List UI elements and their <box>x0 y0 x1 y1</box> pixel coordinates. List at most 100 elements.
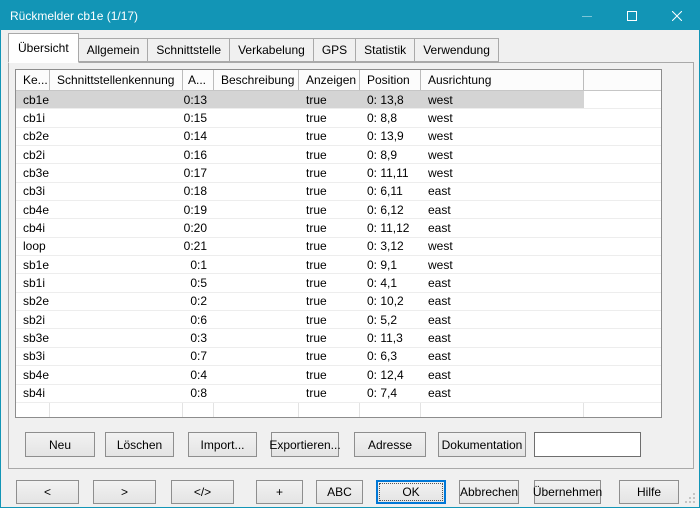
tab-verwendung[interactable]: Verwendung <box>414 38 499 62</box>
column-header-kennung[interactable]: Ke... <box>16 70 50 90</box>
cell-adresse: 0:6 <box>183 311 214 328</box>
minimize-icon <box>582 11 592 21</box>
cell-anzeigen: true <box>299 385 360 402</box>
cell-kennung: sb2i <box>16 311 50 328</box>
empty-cell <box>50 403 183 417</box>
cell-ausrichtung: west <box>421 256 584 273</box>
cell-empty <box>584 311 661 328</box>
exportieren-button[interactable]: Exportieren... <box>271 432 339 457</box>
maximize-button[interactable] <box>609 1 654 30</box>
table-row-sb4e[interactable]: sb4e0:4true0: 12,4east <box>16 366 661 384</box>
neu-button[interactable]: Neu <box>25 432 95 457</box>
empty-cell <box>584 403 661 417</box>
cell-kennung: sb3i <box>16 348 50 365</box>
cell-schnittstellenkennung <box>50 256 183 273</box>
table-row-loop[interactable]: loop0:21true0: 3,12west <box>16 238 661 256</box>
close-button[interactable] <box>654 1 699 30</box>
table-row-sb1e[interactable]: sb1e0:1true0: 9,1west <box>16 256 661 274</box>
table-row-sb1i[interactable]: sb1i0:5true0: 4,1east <box>16 274 661 292</box>
column-header-beschreibung[interactable]: Beschreibung <box>214 70 299 90</box>
table-row-cb1i[interactable]: cb1i0:15true0: 8,8west <box>16 109 661 127</box>
column-header-ausrichtung[interactable]: Ausrichtung <box>421 70 584 90</box>
import-button[interactable]: Import... <box>188 432 257 457</box>
cell-position: 0: 9,1 <box>360 256 421 273</box>
tab-verkabelung[interactable]: Verkabelung <box>229 38 314 62</box>
cell-ausrichtung: east <box>421 274 584 291</box>
cell-beschreibung <box>214 128 299 145</box>
abbrechen-button[interactable]: Abbrechen <box>459 480 519 504</box>
table-row-sb3i[interactable]: sb3i0:7true0: 6,3east <box>16 348 661 366</box>
cell-beschreibung <box>214 238 299 255</box>
table-row-cb2i[interactable]: cb2i0:16true0: 8,9west <box>16 146 661 164</box>
loeschen-button[interactable]: Löschen <box>105 432 174 457</box>
table-row-cb4i[interactable]: cb4i0:20true0: 11,12east <box>16 219 661 237</box>
cell-kennung: loop <box>16 238 50 255</box>
tab-ubersicht[interactable]: Übersicht <box>8 33 79 63</box>
cell-ausrichtung: east <box>421 201 584 218</box>
tab-allgemein[interactable]: Allgemein <box>78 38 149 62</box>
cell-anzeigen: true <box>299 146 360 163</box>
cell-ausrichtung: east <box>421 348 584 365</box>
abc-button[interactable]: ABC <box>316 480 363 504</box>
cell-ausrichtung: west <box>421 164 584 181</box>
table-row-sb3e[interactable]: sb3e0:3true0: 11,3east <box>16 329 661 347</box>
cell-adresse: 0:18 <box>183 183 214 200</box>
cell-anzeigen: true <box>299 128 360 145</box>
cell-position: 0: 13,9 <box>360 128 421 145</box>
cell-ausrichtung: west <box>421 109 584 126</box>
cell-empty <box>584 183 661 200</box>
cell-anzeigen: true <box>299 311 360 328</box>
minimize-button[interactable] <box>564 1 609 30</box>
cell-beschreibung <box>214 293 299 310</box>
cell-schnittstellenkennung <box>50 91 183 108</box>
table-row-cb4e[interactable]: cb4e0:19true0: 6,12east <box>16 201 661 219</box>
cell-schnittstellenkennung <box>50 366 183 383</box>
cell-beschreibung <box>214 183 299 200</box>
table-row-sb2e[interactable]: sb2e0:2true0: 10,2east <box>16 293 661 311</box>
code-button[interactable]: </> <box>171 480 234 504</box>
tab-schnittstelle[interactable]: Schnittstelle <box>147 38 230 62</box>
cell-adresse: 0:3 <box>183 329 214 346</box>
adresse-button[interactable]: Adresse <box>354 432 426 457</box>
dialog-window: Rückmelder cb1e (1/17) ÜbersichtAllgemei… <box>0 0 700 508</box>
resize-grip[interactable] <box>684 492 696 504</box>
cell-beschreibung <box>214 91 299 108</box>
table-row-cb1e[interactable]: cb1e0:13true0: 13,8west <box>16 91 661 109</box>
prev-button[interactable]: < <box>16 480 79 504</box>
tab-bar: ÜbersichtAllgemeinSchnittstelleVerkabelu… <box>8 30 498 62</box>
ok-button[interactable]: OK <box>376 480 446 504</box>
uebernehmen-button[interactable]: Übernehmen <box>534 480 601 504</box>
table-row-cb3i[interactable]: cb3i0:18true0: 6,11east <box>16 183 661 201</box>
cell-adresse: 0:4 <box>183 366 214 383</box>
cell-beschreibung <box>214 311 299 328</box>
dokumentation-input[interactable] <box>534 432 641 457</box>
column-header-adresse[interactable]: A... <box>183 70 214 90</box>
plus-button[interactable]: + <box>256 480 303 504</box>
cell-ausrichtung: east <box>421 385 584 402</box>
cell-position: 0: 6,3 <box>360 348 421 365</box>
table-row-cb2e[interactable]: cb2e0:14true0: 13,9west <box>16 128 661 146</box>
cell-kennung: sb2e <box>16 293 50 310</box>
cell-schnittstellenkennung <box>50 201 183 218</box>
column-header-schnittstellenkennung[interactable]: Schnittstellenkennung <box>50 70 183 90</box>
dokumentation-button[interactable]: Dokumentation <box>438 432 526 457</box>
cell-empty <box>584 128 661 145</box>
empty-cell <box>214 403 299 417</box>
column-header-anzeigen[interactable]: Anzeigen <box>299 70 360 90</box>
hilfe-button[interactable]: Hilfe <box>619 480 679 504</box>
cell-empty <box>584 293 661 310</box>
table-row-cb3e[interactable]: cb3e0:17true0: 11,11west <box>16 164 661 182</box>
cell-adresse: 0:7 <box>183 348 214 365</box>
titlebar[interactable]: Rückmelder cb1e (1/17) <box>1 1 699 30</box>
cell-schnittstellenkennung <box>50 274 183 291</box>
action-button-row: Neu Löschen Import... Exportieren... Adresse… <box>25 432 641 457</box>
cell-anzeigen: true <box>299 201 360 218</box>
table-row-sb4i[interactable]: sb4i0:8true0: 7,4east <box>16 385 661 403</box>
cell-adresse: 0:14 <box>183 128 214 145</box>
next-button[interactable]: > <box>93 480 156 504</box>
table-row-sb2i[interactable]: sb2i0:6true0: 5,2east <box>16 311 661 329</box>
tab-gps[interactable]: GPS <box>313 38 356 62</box>
column-header-position[interactable]: Position <box>360 70 421 90</box>
column-header-empty[interactable] <box>584 70 661 90</box>
tab-statistik[interactable]: Statistik <box>355 38 415 62</box>
